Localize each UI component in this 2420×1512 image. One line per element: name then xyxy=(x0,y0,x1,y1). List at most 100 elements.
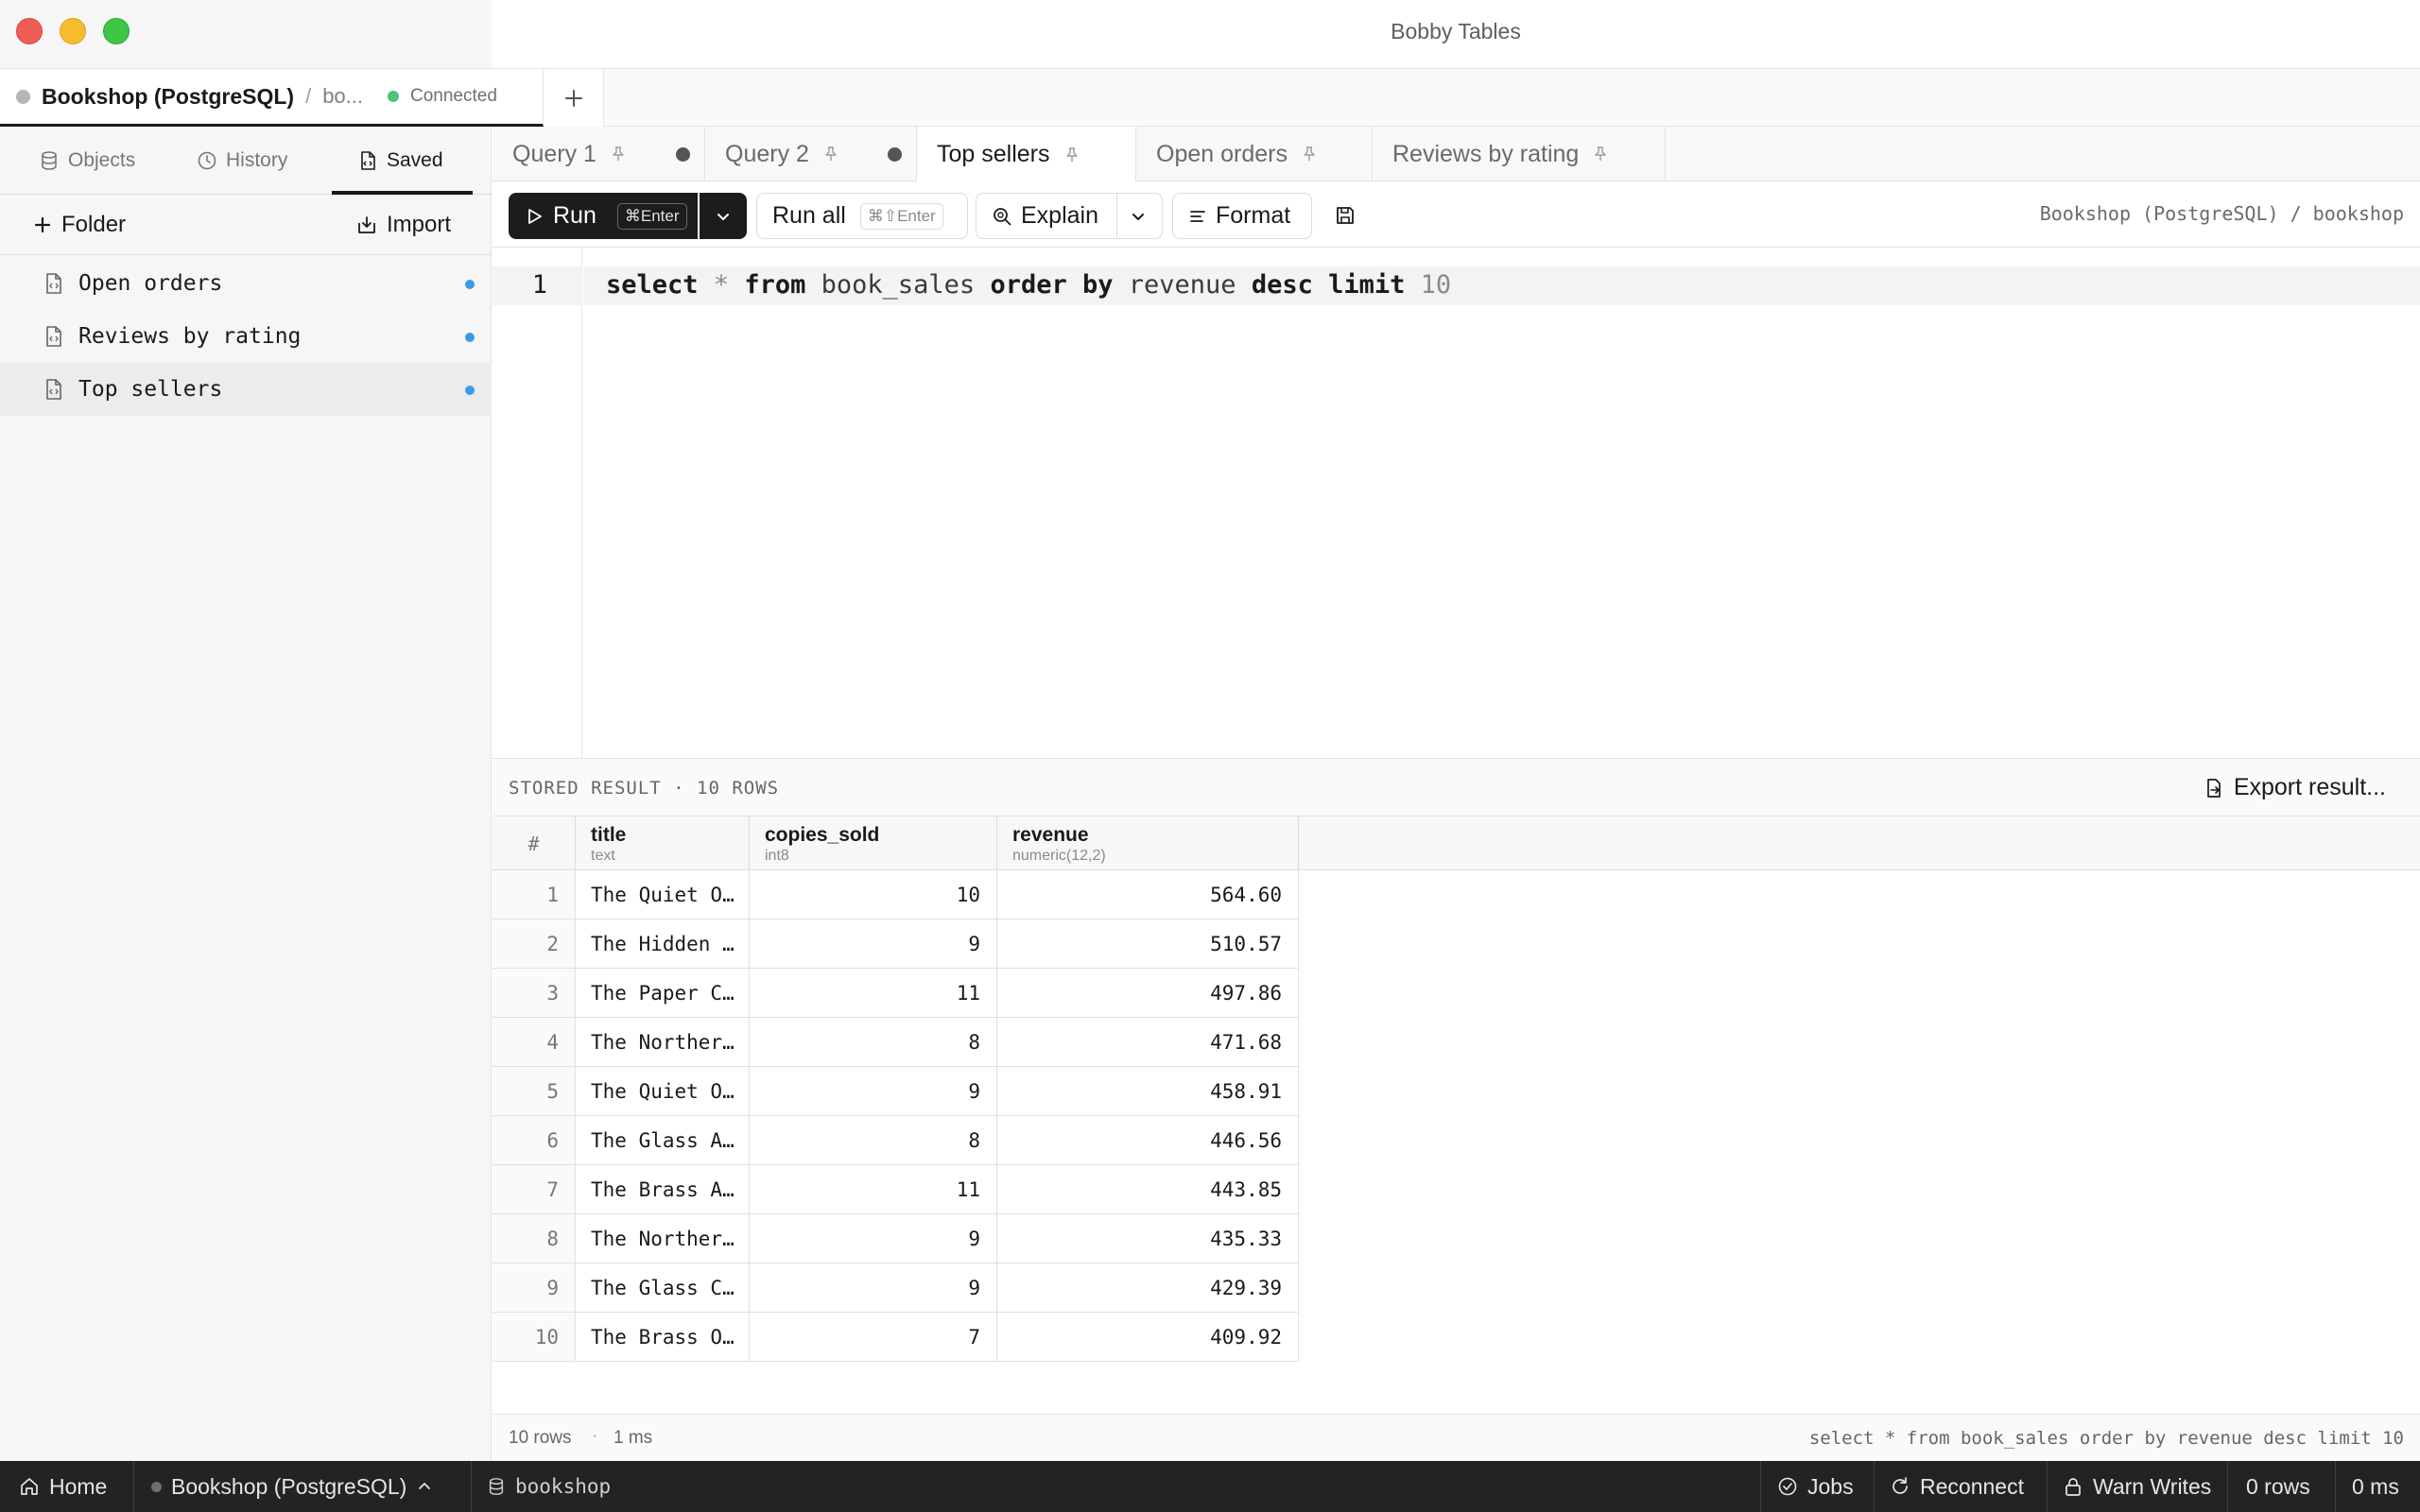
saved-query-reviews-by-rating[interactable]: Reviews by rating xyxy=(0,310,492,363)
connection-color-dot xyxy=(16,89,30,104)
copies-sold-cell[interactable]: 11 xyxy=(750,969,997,1018)
saved-query-open-orders[interactable]: Open orders xyxy=(0,257,492,310)
plus-icon xyxy=(565,89,582,107)
database-switcher[interactable]: bookshop xyxy=(487,1461,611,1512)
sql-code-line[interactable]: select * from book_sales order by revenu… xyxy=(606,270,1451,300)
table-row[interactable]: 1 The Quiet O… 10 564.60 xyxy=(493,870,1299,919)
connection-tab[interactable]: Bookshop (PostgreSQL) / bo... Connected xyxy=(0,69,544,127)
revenue-cell[interactable]: 429.39 xyxy=(997,1263,1299,1313)
sql-keyword: limit xyxy=(1328,270,1406,300)
connection-status: Connected xyxy=(410,86,497,106)
column-header-copies-sold[interactable]: copies_sold int8 xyxy=(750,816,997,870)
line-number: 1 xyxy=(531,270,547,300)
chevron-down-icon xyxy=(1132,213,1144,220)
tab-reviews-by-rating[interactable]: Reviews by rating xyxy=(1373,127,1666,181)
pin-icon[interactable] xyxy=(822,146,839,163)
revenue-cell[interactable]: 510.57 xyxy=(997,919,1299,969)
table-row[interactable]: 2 The Hidden … 9 510.57 xyxy=(493,919,1299,969)
save-query-button[interactable] xyxy=(1330,200,1360,231)
zoom-window-button[interactable] xyxy=(103,18,130,44)
table-row[interactable]: 8 The Norther… 9 435.33 xyxy=(493,1214,1299,1263)
table-row[interactable]: 6 The Glass A… 8 446.56 xyxy=(493,1116,1299,1165)
export-result-button[interactable]: Export result... xyxy=(2204,774,2386,801)
close-window-button[interactable] xyxy=(16,18,43,44)
pin-icon[interactable] xyxy=(1063,146,1080,163)
lock-icon xyxy=(2066,1478,2081,1496)
pin-icon[interactable] xyxy=(1301,146,1318,163)
copies-sold-cell[interactable]: 10 xyxy=(750,870,997,919)
home-button[interactable]: Home xyxy=(19,1461,107,1512)
new-folder-button[interactable]: Folder xyxy=(33,195,126,255)
tab-open-orders[interactable]: Open orders xyxy=(1136,127,1373,181)
row-number-header: # xyxy=(493,816,576,870)
revenue-cell[interactable]: 409.92 xyxy=(997,1313,1299,1362)
jobs-button[interactable]: Jobs xyxy=(1777,1461,1854,1512)
explain-options-dropdown[interactable] xyxy=(1116,193,1163,239)
revenue-cell[interactable]: 564.60 xyxy=(997,870,1299,919)
title-cell[interactable]: The Paper C… xyxy=(576,969,750,1018)
new-connection-tab-button[interactable] xyxy=(544,69,604,127)
copies-sold-cell[interactable]: 9 xyxy=(750,1263,997,1313)
run-all-button[interactable]: Run all ⌘⇧Enter xyxy=(756,193,968,239)
copies-sold-cell[interactable]: 11 xyxy=(750,1165,997,1214)
pin-icon[interactable] xyxy=(1592,146,1609,163)
sql-editor[interactable]: 1 select * from book_sales order by reve… xyxy=(493,248,2420,758)
run-button[interactable]: Run ⌘Enter xyxy=(509,193,698,239)
title-cell[interactable]: The Hidden … xyxy=(576,919,750,969)
table-row[interactable]: 10 The Brass O… 7 409.92 xyxy=(493,1313,1299,1362)
column-header-title[interactable]: title text xyxy=(576,816,750,870)
connection-color-dot xyxy=(151,1481,162,1492)
sidebar-tab-objects[interactable]: Objects xyxy=(39,127,135,195)
run-label: Run xyxy=(553,202,596,229)
revenue-cell[interactable]: 497.86 xyxy=(997,969,1299,1018)
title-cell[interactable]: The Quiet O… xyxy=(576,870,750,919)
unsaved-indicator-dot xyxy=(465,333,475,342)
table-row[interactable]: 5 The Quiet O… 9 458.91 xyxy=(493,1067,1299,1116)
title-cell[interactable]: The Brass O… xyxy=(576,1313,750,1362)
title-cell[interactable]: The Glass A… xyxy=(576,1116,750,1165)
reconnect-button[interactable]: Reconnect xyxy=(1890,1461,2024,1512)
title-cell[interactable]: The Quiet O… xyxy=(576,1067,750,1116)
import-button[interactable]: Import xyxy=(356,195,451,255)
minimize-window-button[interactable] xyxy=(60,18,86,44)
copies-sold-cell[interactable]: 8 xyxy=(750,1018,997,1067)
run-options-dropdown[interactable] xyxy=(700,193,747,239)
table-row[interactable]: 7 The Brass A… 11 443.85 xyxy=(493,1165,1299,1214)
sidebar-tab-saved[interactable]: Saved xyxy=(357,127,443,195)
tab-query-1[interactable]: Query 1 xyxy=(493,127,705,181)
title-cell[interactable]: The Brass A… xyxy=(576,1165,750,1214)
column-header-revenue[interactable]: revenue numeric(12,2) xyxy=(997,816,1299,870)
warn-writes-toggle[interactable]: Warn Writes xyxy=(2063,1461,2211,1512)
run-shortcut: ⌘Enter xyxy=(616,202,687,230)
copies-sold-cell[interactable]: 8 xyxy=(750,1116,997,1165)
explain-button[interactable]: Explain xyxy=(976,193,1117,239)
revenue-cell[interactable]: 435.33 xyxy=(997,1214,1299,1263)
pin-icon[interactable] xyxy=(610,146,627,163)
connection-switcher[interactable]: Bookshop (PostgreSQL) xyxy=(151,1461,433,1512)
tab-top-sellers[interactable]: Top sellers xyxy=(917,127,1136,182)
saved-query-top-sellers[interactable]: Top sellers xyxy=(0,363,492,416)
revenue-cell[interactable]: 471.68 xyxy=(997,1018,1299,1067)
tab-query-2[interactable]: Query 2 xyxy=(705,127,917,181)
copies-sold-cell[interactable]: 7 xyxy=(750,1313,997,1362)
table-row[interactable]: 3 The Paper C… 11 497.86 xyxy=(493,969,1299,1018)
sidebar-tab-history[interactable]: History xyxy=(197,127,287,195)
table-row[interactable]: 9 The Glass C… 9 429.39 xyxy=(493,1263,1299,1313)
format-button[interactable]: Format xyxy=(1172,193,1312,239)
editor-toolbar: Run ⌘Enter Run all ⌘⇧Enter Explain Forma… xyxy=(493,181,2420,248)
copies-sold-cell[interactable]: 9 xyxy=(750,919,997,969)
title-cell[interactable]: The Norther… xyxy=(576,1214,750,1263)
copies-sold-cell[interactable]: 9 xyxy=(750,1214,997,1263)
divider xyxy=(133,1461,134,1512)
title-cell[interactable]: The Glass C… xyxy=(576,1263,750,1313)
table-row[interactable]: 4 The Norther… 8 471.68 xyxy=(493,1018,1299,1067)
title-cell[interactable]: The Norther… xyxy=(576,1018,750,1067)
revenue-cell[interactable]: 443.85 xyxy=(997,1165,1299,1214)
revenue-cell[interactable]: 458.91 xyxy=(997,1067,1299,1116)
tab-label: Query 2 xyxy=(725,140,809,167)
result-grid[interactable]: # title text copies_sold int8 revenue nu… xyxy=(493,816,2420,1414)
connection-path: Bookshop (PostgreSQL) / bookshop xyxy=(2039,202,2404,225)
sql-number: 10 xyxy=(1420,270,1452,300)
revenue-cell[interactable]: 446.56 xyxy=(997,1116,1299,1165)
copies-sold-cell[interactable]: 9 xyxy=(750,1067,997,1116)
